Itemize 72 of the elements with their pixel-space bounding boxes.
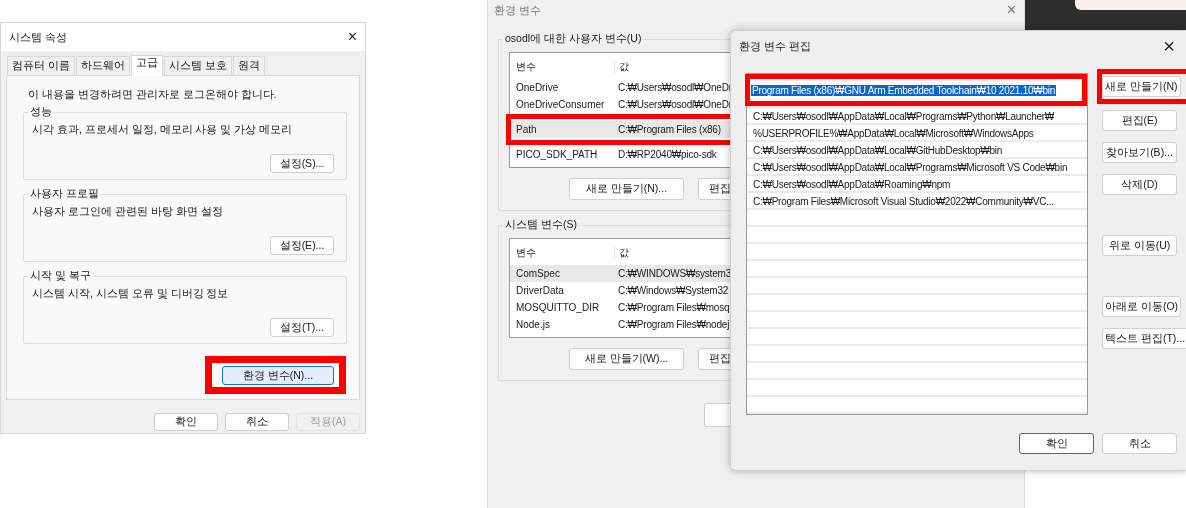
side-button[interactable]: 찾아보기(B)... xyxy=(1102,142,1177,163)
variable-value: C:₩Program Files₩nodej xyxy=(617,319,730,330)
variable-row[interactable]: Path C:₩Program Files (x86) xyxy=(510,121,731,138)
variable-row[interactable]: PICO_SDK_PATH D:₩RP2040₩pico-sdk xyxy=(510,146,731,163)
variable-value: D:₩RP2040₩pico-sdk xyxy=(617,149,717,160)
new-button[interactable]: 새로 만들기(N)... xyxy=(569,178,684,200)
variable-name: OneDriveConsumer xyxy=(515,99,606,110)
dialog-button[interactable] xyxy=(704,403,731,427)
settings-button[interactable]: 설정(E)... xyxy=(270,236,334,255)
group-description: 시스템 시작, 시스템 오류 및 디버깅 정보 xyxy=(32,287,230,301)
settings-button[interactable]: 설정(S)... xyxy=(270,154,334,173)
variable-value: C:₩Users₩osodl₩OneDr xyxy=(617,82,732,93)
variable-row[interactable]: MOSQUITTO_DIR C:₩Program Files₩mosq xyxy=(510,299,731,316)
tab[interactable]: 고급 xyxy=(130,55,163,76)
group-title: 사용자 프로필 xyxy=(28,187,101,201)
close-button[interactable]: × xyxy=(347,29,357,45)
variable-row[interactable]: Node.js C:₩Program Files₩nodej xyxy=(510,316,731,333)
dialog-button[interactable]: 확인 xyxy=(1019,433,1094,454)
dialog-button[interactable]: 취소 xyxy=(225,413,289,431)
new-button[interactable]: 새로 만들기(W)... xyxy=(569,348,684,370)
variable-name: Node.js xyxy=(515,319,551,330)
side-button[interactable]: 아래로 이동(O) xyxy=(1102,296,1182,317)
path-item[interactable]: C:₩Program Files₩Microsoft Visual Studio₩2022₩Community₩VC... xyxy=(747,193,1087,210)
window-title: 시스템 속성 xyxy=(9,29,68,45)
tab[interactable]: 하드웨어 xyxy=(75,56,130,75)
settings-button[interactable]: 설정(T)... xyxy=(270,318,334,337)
variable-name: Path xyxy=(515,124,538,135)
group-description: 시각 효과, 프로세서 일정, 메모리 사용 및 가상 메모리 xyxy=(32,123,294,137)
column-header: 값 xyxy=(614,246,629,260)
variable-name: PICO_SDK_PATH xyxy=(515,149,599,160)
group-title: osodl에 대한 사용자 변수(U) xyxy=(503,32,644,46)
variable-value: C:₩WINDOWS₩system3 xyxy=(617,268,732,279)
variable-name: ComSpec xyxy=(515,268,561,279)
window-title: 환경 변수 xyxy=(494,2,542,18)
side-button[interactable]: 새로 만들기(N) xyxy=(1102,76,1181,97)
variable-row[interactable]: ComSpec C:₩WINDOWS₩system3 xyxy=(510,265,731,282)
column-header: 값 xyxy=(614,60,629,74)
path-item[interactable]: C:₩Users₩osodl₩AppData₩Roaming₩npm xyxy=(747,176,1087,193)
variable-row[interactable]: DriverData C:₩Windows₩System32 xyxy=(510,282,731,299)
path-item[interactable]: C:₩Users₩osodl₩AppData₩Local₩Programs₩Python₩Launcher₩ xyxy=(747,108,1087,125)
variable-name: DriverData xyxy=(515,285,565,296)
variable-value: C:₩Users₩osodl₩OneDr xyxy=(617,99,732,110)
side-button[interactable]: 편집(E) xyxy=(1102,110,1177,131)
variable-name: MOSQUITTO_DIR xyxy=(515,302,601,313)
window-title: 환경 변수 편집 xyxy=(739,38,812,54)
path-item[interactable]: C:₩Users₩osodl₩AppData₩Local₩Programs₩Microsoft VS Code₩bin xyxy=(747,159,1087,176)
path-item[interactable]: %USERPROFILE%₩AppData₩Local₩Microsoft₩WindowsApps xyxy=(747,125,1087,142)
group-title: 시스템 변수(S) xyxy=(503,218,579,232)
group-title: 시작 및 복구 xyxy=(28,269,93,283)
side-button[interactable]: 삭제(D) xyxy=(1102,174,1177,195)
variable-row[interactable]: OneDriveConsumer C:₩Users₩osodl₩OneDr xyxy=(510,96,731,113)
dialog-button[interactable]: 확인 xyxy=(154,413,218,431)
environment-variables-button[interactable]: 환경 변수(N)... xyxy=(222,366,334,385)
variable-value: C:₩Windows₩System32 xyxy=(617,285,729,296)
variable-row[interactable]: OneDrive C:₩Users₩osodl₩OneDr xyxy=(510,79,731,96)
column-header: 변수 xyxy=(515,246,537,260)
group-description: 사용자 로그인에 관련된 바탕 화면 설정 xyxy=(32,205,224,219)
variable-name: OneDrive xyxy=(515,82,560,93)
group-title: 성능 xyxy=(28,105,54,119)
tab[interactable]: 컴퓨터 이름 xyxy=(7,56,75,75)
variable-value: C:₩Program Files₩mosq xyxy=(617,302,730,313)
column-header: 변수 xyxy=(515,60,537,74)
variable-value: C:₩Program Files (x86) xyxy=(617,124,721,135)
dialog-button[interactable]: 취소 xyxy=(1102,433,1177,454)
close-button[interactable]: × xyxy=(1006,2,1016,18)
path-item[interactable]: C:₩Users₩osodl₩AppData₩Local₩GitHubDesktop₩bin xyxy=(747,142,1087,159)
tab[interactable]: 시스템 보호 xyxy=(163,56,232,75)
side-button[interactable]: 텍스트 편집(T)... xyxy=(1102,328,1186,349)
close-button[interactable]: × xyxy=(1163,38,1175,54)
tab[interactable]: 원격 xyxy=(232,56,265,75)
notice-text: 이 내용을 변경하려면 관리자로 로그온해야 합니다. xyxy=(28,88,278,102)
side-button[interactable]: 위로 이동(U) xyxy=(1102,235,1177,256)
